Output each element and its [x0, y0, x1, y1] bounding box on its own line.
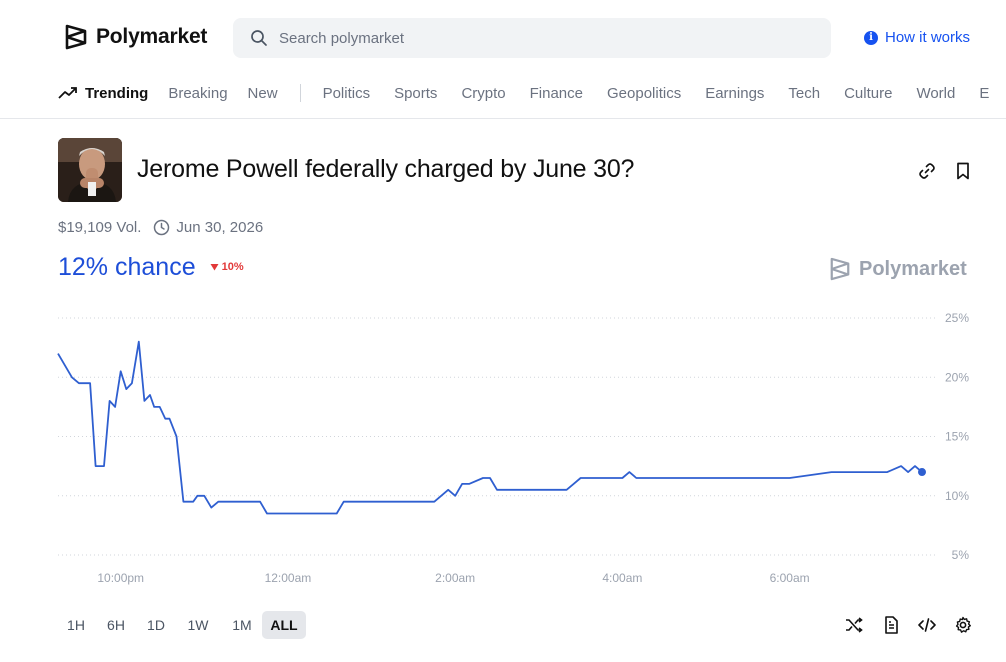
bookmark-icon: [957, 162, 969, 180]
y-axis-labels: 25% 20% 15% 10% 5%: [945, 311, 969, 562]
watermark-text: Polymarket: [859, 257, 967, 280]
chance-value: 12% chance: [58, 253, 196, 281]
polymarket-logo-icon: [65, 24, 87, 50]
document-icon: [884, 616, 898, 634]
timeframe-6h[interactable]: 6H: [94, 611, 138, 639]
nav-earnings[interactable]: Earnings: [705, 85, 764, 102]
how-it-works-label: How it works: [885, 29, 971, 46]
chart-grid: [58, 317, 935, 556]
probability-display: 12% chance 10%: [58, 253, 244, 282]
x-tick-label: 6:00am: [770, 571, 810, 585]
down-triangle-icon: [210, 264, 219, 271]
nav-geopolitics[interactable]: Geopolitics: [607, 85, 681, 102]
embed-button[interactable]: [916, 614, 938, 636]
polymarket-watermark: Polymarket: [829, 257, 967, 281]
search-icon: [251, 30, 267, 46]
category-nav: Trending Breaking New Politics Sports Cr…: [58, 84, 1006, 102]
nav-trending[interactable]: Trending: [58, 85, 148, 102]
nav-new[interactable]: New: [248, 85, 278, 102]
market-title: Jerome Powell federally charged by June …: [137, 155, 635, 183]
clock-icon: [154, 219, 170, 236]
top-header: Polymarket i How it works Trending Break…: [0, 0, 1006, 119]
timeframe-selector: 1H 6H 1D 1W 1M ALL: [58, 611, 306, 639]
nav-culture[interactable]: Culture: [844, 85, 892, 102]
end-date-text: Jun 30, 2026: [176, 219, 264, 236]
info-icon: i: [864, 30, 878, 45]
x-axis-labels: 10:00pm 12:00am 2:00am 4:00am 6:00am: [97, 571, 809, 585]
y-tick-label: 10%: [945, 489, 969, 503]
document-button[interactable]: [880, 614, 902, 636]
current-price-dot: [918, 468, 926, 477]
nav-world[interactable]: World: [916, 85, 955, 102]
polymarket-logo[interactable]: Polymarket: [64, 24, 207, 50]
settings-button[interactable]: [952, 614, 974, 636]
market-image: [58, 138, 122, 202]
nav-divider: [299, 84, 301, 102]
copy-link-button[interactable]: [916, 160, 938, 182]
timeframe-all[interactable]: ALL: [262, 611, 306, 639]
price-chart[interactable]: 25% 20% 15% 10% 5% 10:00pm 12:00am 2:00am 4:00a…: [0, 300, 1006, 595]
nav-trending-label: Trending: [85, 84, 149, 102]
change-badge: 10%: [210, 261, 244, 273]
price-line: [57, 340, 923, 515]
portrait-image: [58, 138, 122, 202]
code-icon: [918, 618, 936, 632]
y-tick-label: 15%: [945, 430, 969, 444]
volume-text: $19,109 Vol.: [58, 219, 142, 236]
search-bar[interactable]: [233, 18, 831, 58]
price-points: [58, 342, 922, 514]
shuffle-button[interactable]: [843, 614, 865, 636]
nav-politics[interactable]: Politics: [323, 85, 371, 102]
nav-breaking[interactable]: Breaking: [168, 85, 227, 102]
x-tick-label: 2:00am: [435, 571, 475, 585]
nav-more[interactable]: E: [979, 85, 989, 102]
y-tick-label: 25%: [945, 311, 969, 325]
change-value: 10%: [221, 261, 244, 273]
x-tick-label: 4:00am: [602, 571, 642, 585]
nav-finance[interactable]: Finance: [530, 85, 583, 102]
y-tick-label: 5%: [952, 548, 970, 562]
timeframe-1d[interactable]: 1D: [138, 611, 174, 639]
how-it-works-link[interactable]: i How it works: [864, 29, 970, 46]
market-meta: $19,109 Vol. Jun 30, 2026: [58, 219, 263, 236]
nav-crypto[interactable]: Crypto: [461, 85, 505, 102]
nav-sports[interactable]: Sports: [394, 85, 437, 102]
timeframe-1w[interactable]: 1W: [174, 611, 222, 639]
x-tick-label: 12:00am: [265, 571, 312, 585]
y-tick-label: 20%: [945, 370, 969, 384]
bookmark-button[interactable]: [952, 160, 974, 182]
brand-name: Polymarket: [96, 25, 208, 48]
x-tick-label: 10:00pm: [97, 571, 144, 585]
settings-icon: [955, 616, 971, 633]
trending-icon: [58, 87, 77, 99]
nav-tech[interactable]: Tech: [788, 85, 820, 102]
shuffle-icon: [846, 617, 863, 633]
polymarket-watermark-icon: [830, 257, 850, 281]
search-input[interactable]: [277, 28, 781, 48]
timeframe-1m[interactable]: 1M: [222, 611, 262, 639]
timeframe-1h[interactable]: 1H: [58, 611, 94, 639]
link-icon: [919, 163, 935, 179]
